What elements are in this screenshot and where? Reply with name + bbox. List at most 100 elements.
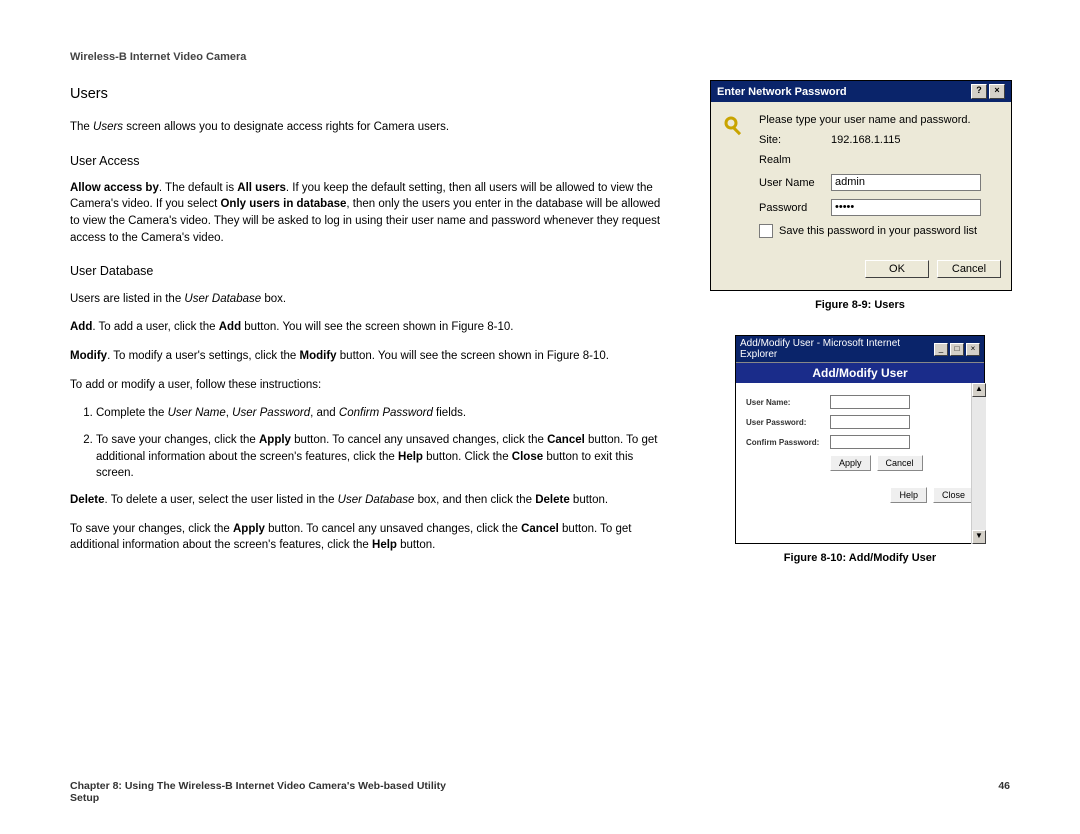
delete-paragraph: Delete. To delete a user, select the use… — [70, 492, 665, 509]
text-bold: Modify — [300, 350, 337, 362]
modify-paragraph: Modify. To modify a user's settings, cli… — [70, 348, 665, 365]
enter-network-password-dialog: Enter Network Password ? × Please type y… — [710, 80, 1012, 291]
text: Complete the — [96, 407, 168, 419]
db-listed-paragraph: Users are listed in the User Database bo… — [70, 291, 665, 308]
text-bold: Cancel — [521, 523, 559, 535]
figure-caption: Figure 8-10: Add/Modify User — [710, 552, 1010, 564]
add-modify-user-dialog: Add/Modify User - Microsoft Internet Exp… — [735, 335, 985, 544]
intro-paragraph: The Users screen allows you to designate… — [70, 119, 665, 136]
text-bold: Delete — [535, 494, 570, 506]
text: box. — [261, 293, 286, 305]
text-bold: Allow access by — [70, 182, 159, 194]
main-content: Wireless-B Internet Video Camera Users T… — [70, 50, 665, 588]
window-title: Add/Modify User - Microsoft Internet Exp… — [740, 338, 934, 360]
heading-users: Users — [70, 84, 665, 105]
save-password-checkbox[interactable] — [759, 224, 773, 238]
text: Users are listed in the — [70, 293, 184, 305]
footer-left: Chapter 8: Using The Wireless-B Internet… — [70, 780, 446, 804]
heading-user-access: User Access — [70, 152, 665, 170]
document-header: Wireless-B Internet Video Camera — [70, 50, 665, 66]
site-label: Site: — [759, 134, 823, 146]
text: button. You will see the screen shown in… — [241, 321, 513, 333]
text-bold: Help — [372, 539, 397, 551]
figure-column: Enter Network Password ? × Please type y… — [710, 50, 1010, 588]
text: screen allows you to designate access ri… — [123, 121, 449, 133]
footer-chapter: Chapter 8: Using The Wireless-B Internet… — [70, 780, 446, 792]
text: To save your changes, click the — [70, 523, 233, 535]
text-italic: Users — [93, 121, 123, 133]
key-icon — [721, 114, 749, 142]
password-label: Password — [759, 202, 823, 214]
text: button. To cancel any unsaved changes, c… — [291, 434, 547, 446]
text: . The default is — [159, 182, 237, 194]
text: button. — [397, 539, 435, 551]
dialog-header: Add/Modify User — [736, 362, 984, 383]
cancel-button[interactable]: Cancel — [937, 260, 1001, 278]
text-bold: Cancel — [547, 434, 585, 446]
text: To save your changes, click the — [96, 434, 259, 446]
apply-button[interactable]: Apply — [830, 455, 871, 471]
text-italic: User Database — [184, 293, 261, 305]
minimize-icon[interactable]: _ — [934, 343, 948, 356]
instruction-list: Complete the User Name, User Password, a… — [70, 405, 665, 482]
help-button[interactable]: Help — [890, 487, 927, 503]
text: . To add a user, click the — [92, 321, 218, 333]
close-icon[interactable]: × — [966, 343, 980, 356]
text: . To delete a user, select the user list… — [105, 494, 338, 506]
ok-button[interactable]: OK — [865, 260, 929, 278]
footer-section: Setup — [70, 792, 446, 804]
scrollbar[interactable]: ▲ ▼ — [971, 383, 986, 544]
text-italic: Confirm Password — [339, 407, 433, 419]
text-bold: Help — [398, 451, 423, 463]
password-input[interactable]: ••••• — [831, 199, 981, 216]
list-item: To save your changes, click the Apply bu… — [96, 432, 665, 482]
user-access-paragraph: Allow access by. The default is All user… — [70, 180, 665, 247]
username-label: User Name — [759, 177, 823, 189]
dialog-prompt: Please type your user name and password. — [759, 114, 971, 126]
text-bold: Modify — [70, 350, 107, 362]
username-input[interactable] — [830, 395, 910, 409]
site-value: 192.168.1.115 — [831, 134, 901, 146]
text: button. To cancel any unsaved changes, c… — [265, 523, 521, 535]
realm-label: Realm — [759, 154, 823, 166]
text: fields. — [433, 407, 466, 419]
text-italic: User Password — [232, 407, 310, 419]
scroll-up-icon[interactable]: ▲ — [972, 383, 986, 397]
text-bold: Add — [219, 321, 241, 333]
dialog-titlebar: Enter Network Password ? × — [711, 81, 1011, 102]
text-bold: Close — [512, 451, 543, 463]
text: button. You will see the screen shown in… — [337, 350, 609, 362]
user-password-label: User Password: — [746, 418, 824, 427]
username-label: User Name: — [746, 398, 824, 407]
instruction-lead: To add or modify a user, follow these in… — [70, 377, 665, 394]
close-button[interactable]: Close — [933, 487, 974, 503]
confirm-password-input[interactable] — [830, 435, 910, 449]
maximize-icon[interactable]: □ — [950, 343, 964, 356]
text: . To modify a user's settings, click the — [107, 350, 299, 362]
page-number: 46 — [998, 780, 1010, 804]
text: button. Click the — [423, 451, 512, 463]
text-bold: Delete — [70, 494, 105, 506]
help-icon[interactable]: ? — [971, 84, 987, 99]
save-password-label: Save this password in your password list — [779, 225, 977, 237]
text-bold: Apply — [259, 434, 291, 446]
page-footer: Chapter 8: Using The Wireless-B Internet… — [70, 780, 1010, 804]
list-item: Complete the User Name, User Password, a… — [96, 405, 665, 422]
heading-user-database: User Database — [70, 262, 665, 280]
text-bold: Add — [70, 321, 92, 333]
close-icon[interactable]: × — [989, 84, 1005, 99]
dialog-title: Enter Network Password — [717, 86, 847, 98]
text: , and — [310, 407, 339, 419]
text-bold: Only users in database — [220, 198, 346, 210]
user-password-input[interactable] — [830, 415, 910, 429]
scroll-down-icon[interactable]: ▼ — [972, 530, 986, 544]
window-buttons: _ □ × — [934, 343, 980, 356]
window-buttons: ? × — [971, 84, 1005, 99]
confirm-password-label: Confirm Password: — [746, 438, 824, 447]
add-paragraph: Add. To add a user, click the Add button… — [70, 319, 665, 336]
figure-caption: Figure 8-9: Users — [710, 299, 1010, 311]
username-input[interactable]: admin — [831, 174, 981, 191]
cancel-button[interactable]: Cancel — [877, 455, 923, 471]
text-italic: User Name — [168, 407, 226, 419]
text-italic: User Database — [338, 494, 415, 506]
